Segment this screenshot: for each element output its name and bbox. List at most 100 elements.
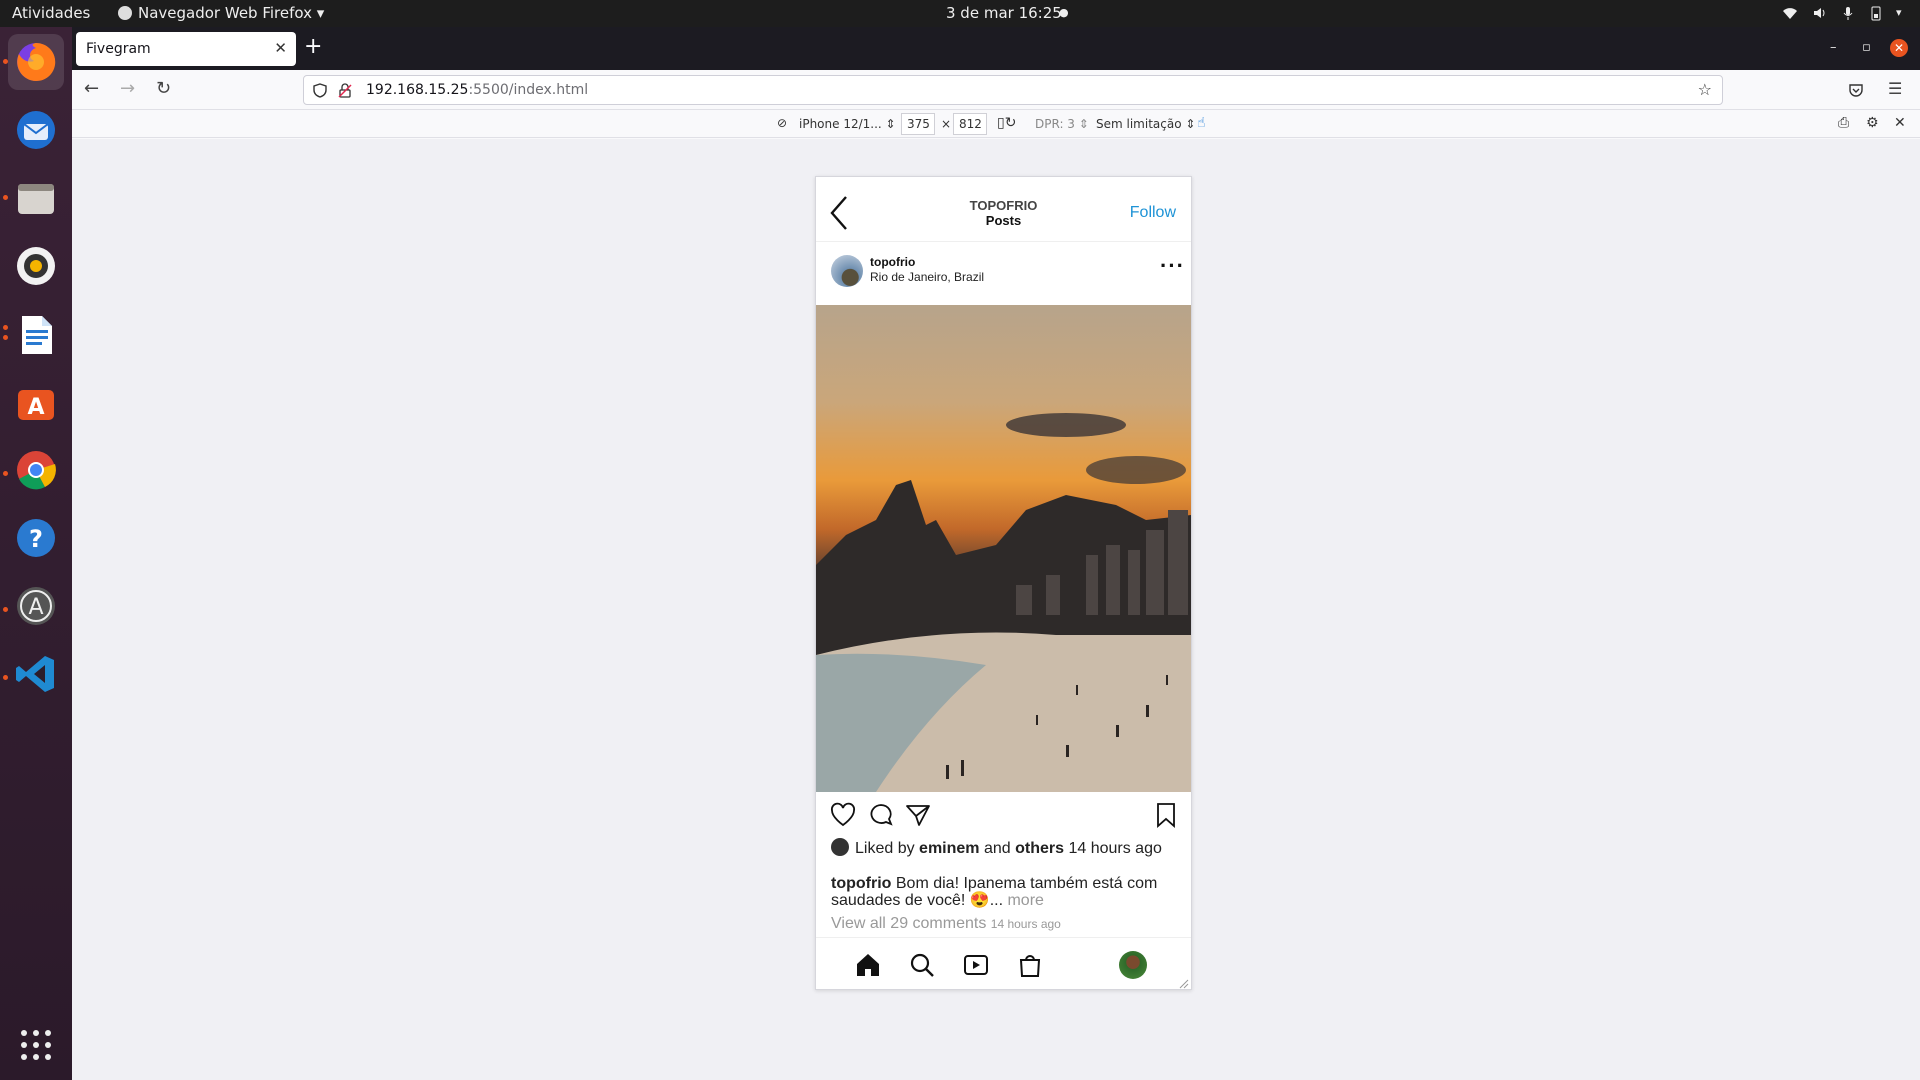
software-icon: A [18,390,54,420]
dock-help[interactable]: ? [8,510,64,566]
tracking-shield-icon[interactable] [313,83,327,98]
post-header: topofrio Rio de Janeiro, Brazil ··· [816,243,1191,305]
view-comments[interactable]: View all 29 comments 14 hours ago [831,915,1061,933]
device-selector[interactable]: iPhone 12/1... ⇕ [799,117,896,131]
url-host: 192.168.15.25 [366,82,469,98]
device-name: iPhone 12/1... [799,117,882,131]
screenshot-icon[interactable]: ⎙ [1838,115,1849,131]
minimize-icon[interactable]: – [1830,40,1837,55]
touch-simulation-icon[interactable]: ☝ [1197,115,1206,131]
post-location[interactable]: Rio de Janeiro, Brazil [870,270,984,284]
dock-show-apps[interactable] [8,1017,64,1073]
running-indicator [3,59,8,64]
thunderbird-icon [17,111,55,149]
mobile-viewport: TOPOFRIO Posts Follow topofrio Rio de Ja… [815,176,1192,990]
bottom-navigation [816,937,1191,989]
url-text: 192.168.15.25:5500/index.html [366,82,588,98]
battery-icon[interactable] [1868,5,1884,21]
clock[interactable]: 3 de mar 16:25 [946,4,1062,22]
share-icon[interactable] [905,802,931,828]
liker-avatar[interactable] [831,838,849,856]
reels-icon[interactable] [962,951,990,979]
maximize-icon[interactable]: ▫ [1862,40,1871,55]
writer-icon [22,316,52,354]
activities-button[interactable]: Atividades [12,4,90,22]
dock-writer[interactable] [8,306,64,362]
dock-chrome[interactable] [8,442,64,498]
viewport-width-input[interactable]: 375 [901,113,935,135]
bookmark-icon[interactable] [1153,802,1179,828]
tab-title: Fivegram [86,41,151,57]
liker-username[interactable]: eminem [919,840,979,857]
url-bar[interactable]: 192.168.15.25:5500/index.html ☆ [303,75,1723,105]
close-tab-icon[interactable]: ✕ [274,39,287,57]
responsive-design-toolbar: ⊘ iPhone 12/1... ⇕ 375 × 812 ▯↻ DPR: 3 ⇕… [72,110,1920,138]
running-indicator [3,607,8,612]
dock-rhythmbox[interactable] [8,238,64,294]
updater-icon: A [17,587,55,625]
post-actions [816,792,1191,838]
new-tab-icon[interactable]: + [304,35,322,59]
caption-more-link[interactable]: more [1007,892,1043,909]
firefox-app-menu[interactable]: Navegador Web Firefox ▾ [118,4,324,22]
reload-icon[interactable]: ↻ [156,78,171,99]
dock-thunderbird[interactable] [8,102,64,158]
running-indicator [3,471,8,476]
app-menu-label: Navegador Web Firefox [138,4,312,22]
comments-timestamp: 14 hours ago [990,917,1061,931]
notification-dot-icon: ● [1059,6,1069,19]
heart-icon[interactable] [830,802,856,828]
close-window-icon[interactable]: ✕ [1890,39,1908,57]
dpr-selector[interactable]: DPR: 3 ⇕ [1035,117,1089,131]
post-photo[interactable] [816,305,1191,792]
shop-bag-icon[interactable] [1016,951,1044,979]
forward-icon[interactable]: → [120,78,135,99]
resize-handle-icon[interactable] [1177,977,1189,989]
firefox-icon [17,42,56,81]
profile-avatar[interactable] [1119,951,1147,979]
throttling-selector[interactable]: Sem limitação ⇕ [1096,117,1195,131]
likes-others-link[interactable]: others [1015,840,1064,857]
follow-button[interactable]: Follow [1130,204,1176,222]
settings-gear-icon[interactable]: ⚙ [1866,115,1879,131]
more-options-icon[interactable]: ··· [1160,253,1185,279]
microphone-icon[interactable] [1840,5,1856,21]
dimension-separator: × [941,117,952,131]
avatar[interactable] [831,255,863,287]
back-icon[interactable]: ← [84,78,99,99]
post-username[interactable]: topofrio [870,255,915,269]
comment-icon[interactable] [868,802,894,828]
svg-text:A: A [27,395,44,420]
running-indicator [3,335,8,340]
dock-firefox[interactable] [8,34,64,90]
home-icon[interactable] [854,951,882,979]
insecure-lock-icon[interactable] [338,83,352,98]
menu-hamburger-icon[interactable]: ☰ [1888,79,1902,98]
files-icon [18,184,54,214]
caption-username[interactable]: topofrio [831,875,891,892]
volume-icon[interactable] [1812,5,1828,21]
close-rdm-icon[interactable]: ✕ [1894,115,1906,131]
power-menu-icon[interactable]: ▾ [1896,6,1902,19]
rotate-device-icon[interactable]: ▯↻ [997,115,1016,131]
likes-line: Liked by eminem and others 14 hours ago [831,838,1162,858]
pocket-icon[interactable] [1848,82,1864,98]
ubuntu-dock: A ? A [0,27,72,1080]
dock-vscode[interactable] [8,646,64,702]
vscode-icon [16,656,54,692]
viewport-height-input[interactable]: 812 [953,113,987,135]
tab-fivegram[interactable]: Fivegram ✕ [76,32,296,66]
bookmark-star-icon[interactable]: ☆ [1698,80,1712,99]
ipanema-sunset-image [816,413,1191,792]
view-comments-link[interactable]: View all 29 comments [831,915,986,932]
dock-files[interactable] [8,170,64,226]
wifi-icon[interactable] [1782,5,1798,21]
dock-updater[interactable]: A [8,578,64,634]
post-caption: topofrio Bom dia! Ipanema também está co… [831,875,1171,909]
likes-time: 14 hours ago [1064,840,1162,857]
firefox-small-icon [118,6,132,20]
dock-software[interactable]: A [8,374,64,430]
search-icon[interactable] [908,951,936,979]
chevron-down-icon: ▾ [316,4,325,22]
system-top-bar: Atividades Navegador Web Firefox ▾ 3 de … [0,0,1920,27]
